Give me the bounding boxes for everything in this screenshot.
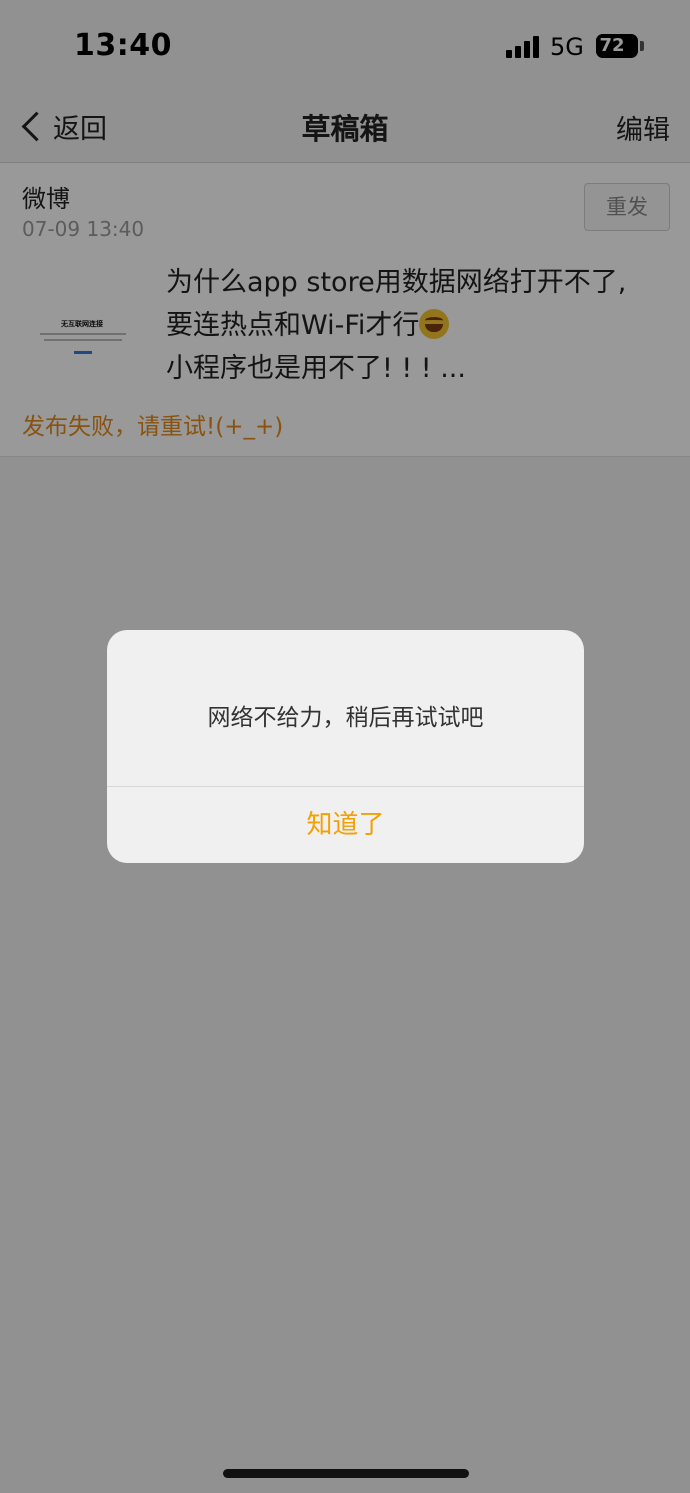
home-indicator[interactable] <box>223 1469 469 1478</box>
alert-message: 网络不给力，稍后再试试吧 <box>207 705 484 731</box>
draft-box-screen: 13:40 5G 72 返回 草稿箱 编辑 微博 07-09 13:40 重发 … <box>0 0 690 1493</box>
alert-confirm-button[interactable]: 知道了 <box>107 787 584 863</box>
network-error-alert: 网络不给力，稍后再试试吧 知道了 <box>107 630 584 863</box>
